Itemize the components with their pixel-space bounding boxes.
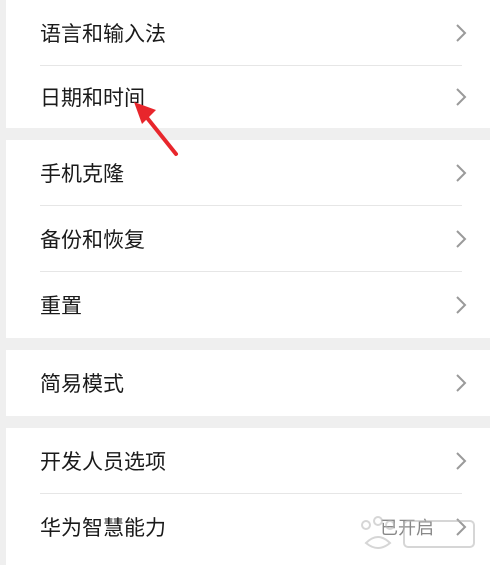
settings-item-language-input[interactable]: 语言和输入法 <box>6 0 490 66</box>
settings-group-developer: 开发人员选项 华为智慧能力 已开启 <box>6 428 490 565</box>
settings-item-huawei-smart[interactable]: 华为智慧能力 已开启 <box>6 494 490 560</box>
chevron-right-icon <box>456 230 467 248</box>
settings-item-simple-mode[interactable]: 简易模式 <box>6 350 490 416</box>
settings-item-reset[interactable]: 重置 <box>6 272 490 338</box>
settings-group-backup: 手机克隆 备份和恢复 重置 <box>6 140 490 338</box>
settings-item-label: 华为智慧能力 <box>40 516 166 540</box>
settings-group-system: 语言和输入法 日期和时间 <box>6 0 490 128</box>
settings-item-date-time[interactable]: 日期和时间 <box>6 64 490 130</box>
settings-item-label: 日期和时间 <box>40 86 145 110</box>
settings-item-label: 开发人员选项 <box>40 450 166 474</box>
chevron-right-icon <box>456 518 467 536</box>
settings-item-status: 已开启 <box>380 518 434 539</box>
settings-item-developer-options[interactable]: 开发人员选项 <box>6 428 490 494</box>
settings-item-label: 语言和输入法 <box>40 22 166 46</box>
settings-item-phone-clone[interactable]: 手机克隆 <box>6 140 490 206</box>
settings-item-backup-restore[interactable]: 备份和恢复 <box>6 206 490 272</box>
chevron-right-icon <box>456 88 467 106</box>
settings-group-simple-mode: 简易模式 <box>6 350 490 416</box>
settings-item-label: 重置 <box>40 294 82 318</box>
settings-item-label: 简易模式 <box>40 372 124 396</box>
chevron-right-icon <box>456 374 467 392</box>
chevron-right-icon <box>456 164 467 182</box>
chevron-right-icon <box>456 452 467 470</box>
chevron-right-icon <box>456 296 467 314</box>
settings-item-label: 备份和恢复 <box>40 228 145 252</box>
settings-screen: 语言和输入法 日期和时间 手机克隆 备份和恢复 重置 简易模式 开发人员选项 华… <box>0 0 490 565</box>
settings-item-label: 手机克隆 <box>40 162 124 186</box>
chevron-right-icon <box>456 24 467 42</box>
